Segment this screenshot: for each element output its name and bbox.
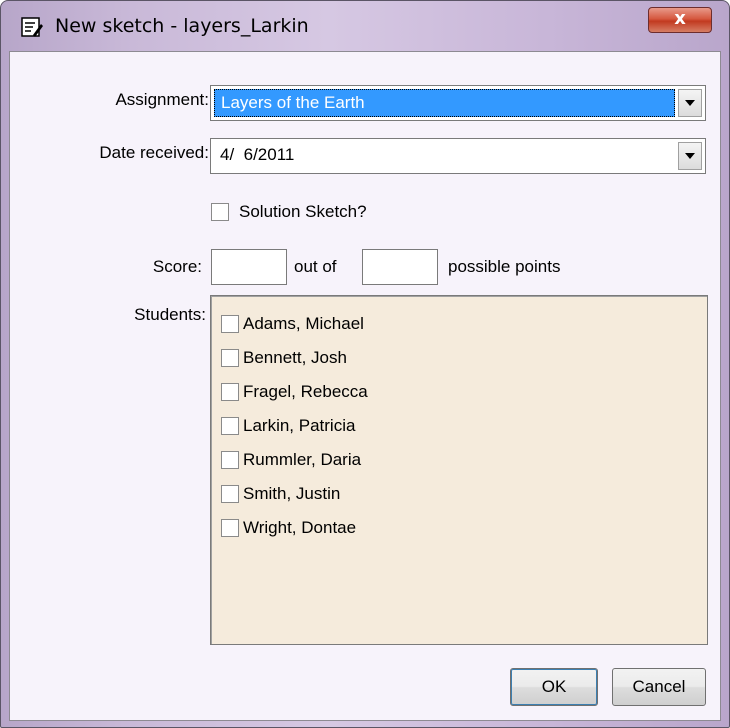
cancel-button[interactable]: Cancel: [612, 668, 706, 706]
chevron-down-icon: [685, 100, 695, 106]
score-input[interactable]: [211, 249, 287, 285]
close-button[interactable]: x: [648, 7, 712, 33]
student-checkbox[interactable]: [221, 383, 239, 401]
students-list[interactable]: Adams, Michael Bennett, Josh Fragel, Reb…: [210, 295, 708, 645]
solution-sketch-label: Solution Sketch?: [239, 202, 367, 221]
student-name: Smith, Justin: [243, 484, 341, 503]
student-item[interactable]: Bennett, Josh: [221, 346, 347, 370]
title-bar[interactable]: New sketch - layers_Larkin x: [1, 1, 729, 51]
student-item[interactable]: Smith, Justin: [221, 482, 340, 506]
date-dropdown-button[interactable]: [678, 142, 702, 170]
student-checkbox[interactable]: [221, 349, 239, 367]
assignment-dropdown[interactable]: Layers of the Earth: [210, 85, 706, 121]
solution-sketch-checkbox[interactable]: [211, 203, 229, 221]
assignment-selected-value: Layers of the Earth: [214, 89, 675, 117]
student-name: Rummler, Daria: [243, 450, 362, 469]
student-checkbox[interactable]: [221, 519, 239, 537]
student-checkbox[interactable]: [221, 417, 239, 435]
chevron-down-icon: [685, 153, 695, 159]
close-icon: x: [674, 8, 686, 29]
students-label: Students:: [134, 305, 206, 324]
student-checkbox[interactable]: [221, 451, 239, 469]
student-item[interactable]: Fragel, Rebecca: [221, 380, 368, 404]
ok-button[interactable]: OK: [510, 668, 598, 706]
dialog-body: Assignment: Layers of the Earth Date rec…: [9, 51, 721, 721]
score-label: Score:: [152, 257, 202, 276]
assignment-label: Assignment:: [115, 90, 209, 109]
student-name: Bennett, Josh: [243, 348, 347, 367]
student-name: Larkin, Patricia: [243, 416, 356, 435]
solution-sketch-option[interactable]: Solution Sketch?: [211, 202, 367, 222]
student-checkbox[interactable]: [221, 485, 239, 503]
window-title: New sketch - layers_Larkin: [55, 15, 309, 37]
student-item[interactable]: Wright, Dontae: [221, 516, 356, 540]
student-name: Adams, Michael: [243, 314, 364, 333]
out-of-label: out of: [294, 257, 337, 276]
student-item[interactable]: Rummler, Daria: [221, 448, 361, 472]
student-name: Fragel, Rebecca: [243, 382, 368, 401]
student-checkbox[interactable]: [221, 315, 239, 333]
student-item[interactable]: Adams, Michael: [221, 312, 364, 336]
sketch-app-icon: [21, 16, 43, 38]
date-received-value[interactable]: 4/ 6/2011: [214, 142, 675, 170]
student-item[interactable]: Larkin, Patricia: [221, 414, 355, 438]
date-received-label: Date received:: [99, 143, 209, 162]
dialog-window: New sketch - layers_Larkin x Assignment:…: [0, 0, 730, 728]
student-name: Wright, Dontae: [243, 518, 357, 537]
possible-points-label: possible points: [448, 257, 561, 276]
date-received-picker[interactable]: 4/ 6/2011: [210, 138, 706, 174]
assignment-dropdown-button[interactable]: [678, 89, 702, 117]
possible-points-input[interactable]: [362, 249, 438, 285]
